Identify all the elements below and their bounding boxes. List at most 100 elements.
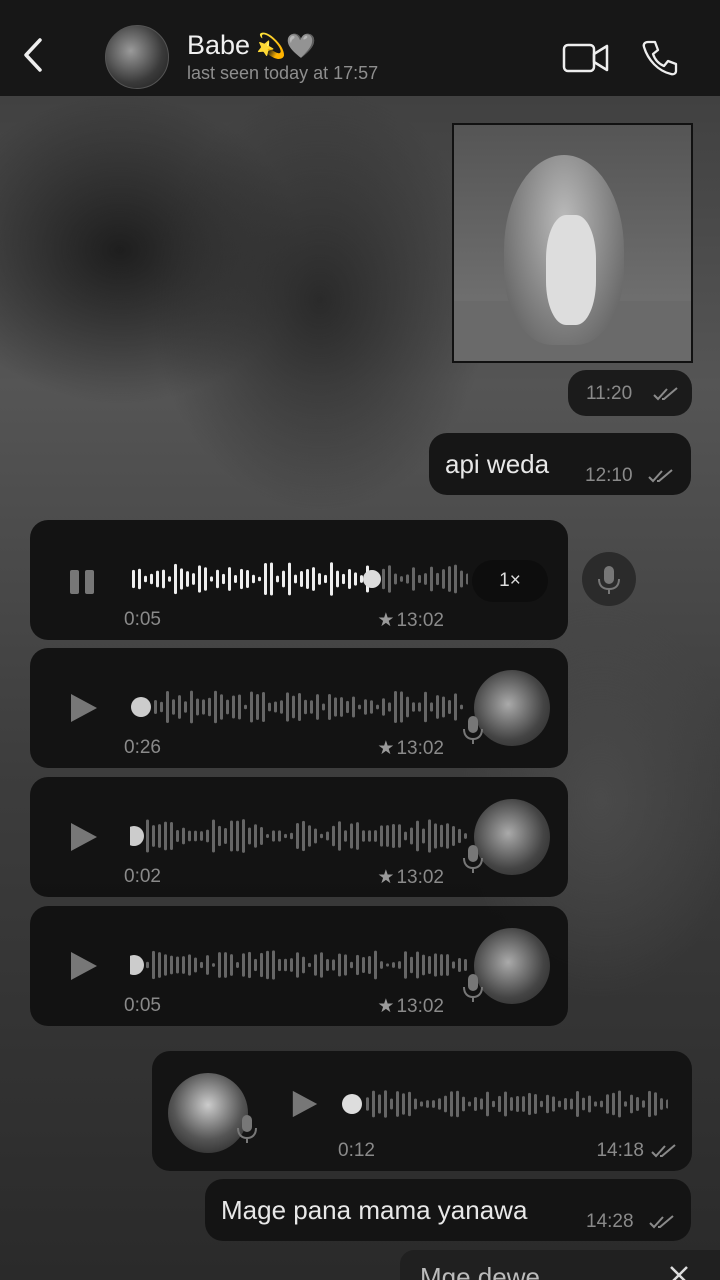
close-icon[interactable] xyxy=(668,1264,690,1280)
waveform-bar xyxy=(272,950,275,980)
voice-message[interactable]: 0:05 ★ 13:02 xyxy=(30,906,568,1026)
waveform-bar xyxy=(200,961,203,969)
waveform-bar xyxy=(206,829,209,843)
waveform-bar xyxy=(194,957,197,973)
waveform[interactable] xyxy=(342,1085,668,1123)
phone-icon[interactable] xyxy=(640,38,680,78)
voice-message[interactable]: 0:26 ★ 13:02 xyxy=(30,648,568,768)
voice-duration: 0:12 xyxy=(338,1140,375,1161)
waveform-bar xyxy=(220,694,223,720)
waveform-bar xyxy=(338,821,341,851)
waveform-bar xyxy=(398,824,401,848)
contact-name[interactable]: Babe 💫🩶 xyxy=(187,30,316,61)
waveform-bar xyxy=(666,1099,668,1109)
text-message[interactable]: Mage pana mama yanawa 14:28 xyxy=(205,1179,691,1241)
play-icon[interactable] xyxy=(68,692,100,729)
waveform-bar xyxy=(298,692,301,722)
waveform-bar xyxy=(272,830,275,842)
waveform-bar xyxy=(450,1091,453,1117)
waveform-bar xyxy=(408,1091,411,1117)
waveform-bar xyxy=(428,955,431,975)
waveform-bar xyxy=(146,819,149,853)
waveform-bar xyxy=(206,955,209,975)
waveform-bar xyxy=(534,1093,537,1115)
star-icon: ★ xyxy=(377,738,395,759)
waveform-bar xyxy=(396,1091,399,1117)
waveform-bar xyxy=(422,828,425,844)
waveform-bar xyxy=(164,821,167,851)
image-message[interactable] xyxy=(452,123,693,363)
waveform-bar xyxy=(618,1090,621,1118)
waveform-bar xyxy=(404,951,407,979)
contact-avatar[interactable] xyxy=(105,25,169,89)
waveform-bar xyxy=(194,830,197,842)
waveform[interactable] xyxy=(130,560,468,598)
waveform-bar xyxy=(270,562,273,596)
waveform-bar xyxy=(364,699,367,715)
waveform-bar xyxy=(528,1092,531,1116)
waveform-bar xyxy=(322,703,325,711)
play-icon[interactable] xyxy=(68,821,100,858)
waveform-bar xyxy=(350,823,353,849)
waveform-bar xyxy=(254,824,257,848)
sender-avatar xyxy=(474,670,550,746)
pause-icon[interactable] xyxy=(68,566,100,603)
waveform-bar xyxy=(196,698,199,716)
waveform-bar xyxy=(370,700,373,714)
voice-message[interactable]: 0:12 14:18 xyxy=(152,1051,692,1171)
waveform-bar xyxy=(354,572,357,586)
waveform[interactable] xyxy=(130,946,468,984)
waveform-bar xyxy=(460,704,463,710)
waveform-bar xyxy=(280,700,283,714)
waveform-bar xyxy=(346,700,349,714)
waveform-bar xyxy=(516,1096,519,1112)
waveform-bar xyxy=(452,826,455,846)
waveform[interactable] xyxy=(130,817,468,855)
waveform-bar xyxy=(344,830,347,842)
waveform-bar xyxy=(456,1090,459,1118)
waveform-bar xyxy=(380,825,383,847)
waveform-bar xyxy=(256,694,259,720)
play-icon[interactable] xyxy=(290,1089,320,1124)
waveform-bar xyxy=(392,962,395,968)
mic-button[interactable] xyxy=(582,552,636,606)
voice-message[interactable]: 1× 0:05 ★ 13:02 xyxy=(30,520,568,640)
chat-header: Babe 💫🩶 last seen today at 17:57 xyxy=(0,0,720,96)
waveform-bar xyxy=(248,951,251,979)
sender-avatar xyxy=(474,928,550,1004)
waveform-bar xyxy=(582,1097,585,1111)
waveform-bar xyxy=(278,830,281,842)
playback-speed-button[interactable]: 1× xyxy=(472,560,548,602)
text-message[interactable]: api weda 12:10 xyxy=(429,433,691,495)
waveform-bar xyxy=(180,568,183,590)
waveform-bar xyxy=(546,1094,549,1114)
waveform-bar xyxy=(424,691,427,723)
waveform-bar xyxy=(172,699,175,715)
waveform-bar xyxy=(400,691,403,723)
waveform-bar xyxy=(224,952,227,978)
waveform-bar xyxy=(374,830,377,842)
waveform-bar xyxy=(252,574,255,584)
double-check-icon xyxy=(649,1215,674,1229)
waveform-bar xyxy=(262,692,265,722)
waveform-bar xyxy=(636,1096,639,1112)
waveform-bar xyxy=(418,574,421,584)
waveform-bar xyxy=(310,700,313,714)
waveform[interactable] xyxy=(130,688,468,726)
voice-message[interactable]: 0:02 ★ 13:02 xyxy=(30,777,568,897)
waveform-bar xyxy=(192,573,195,585)
waveform-bar xyxy=(368,955,371,975)
waveform-bar xyxy=(242,953,245,977)
back-icon[interactable] xyxy=(18,34,52,74)
reply-preview-text: Mge dewe xyxy=(420,1262,540,1280)
waveform-bar xyxy=(166,690,169,724)
waveform-bar xyxy=(204,567,207,591)
voice-duration: 0:05 xyxy=(124,995,161,1016)
play-icon[interactable] xyxy=(68,950,100,987)
video-icon[interactable] xyxy=(560,40,612,76)
waveform-bar xyxy=(266,833,269,839)
reply-preview-bar[interactable]: Mge dewe xyxy=(400,1250,720,1280)
waveform-bar xyxy=(268,702,271,712)
waveform-bar xyxy=(444,1095,447,1113)
waveform-bar xyxy=(218,825,221,847)
